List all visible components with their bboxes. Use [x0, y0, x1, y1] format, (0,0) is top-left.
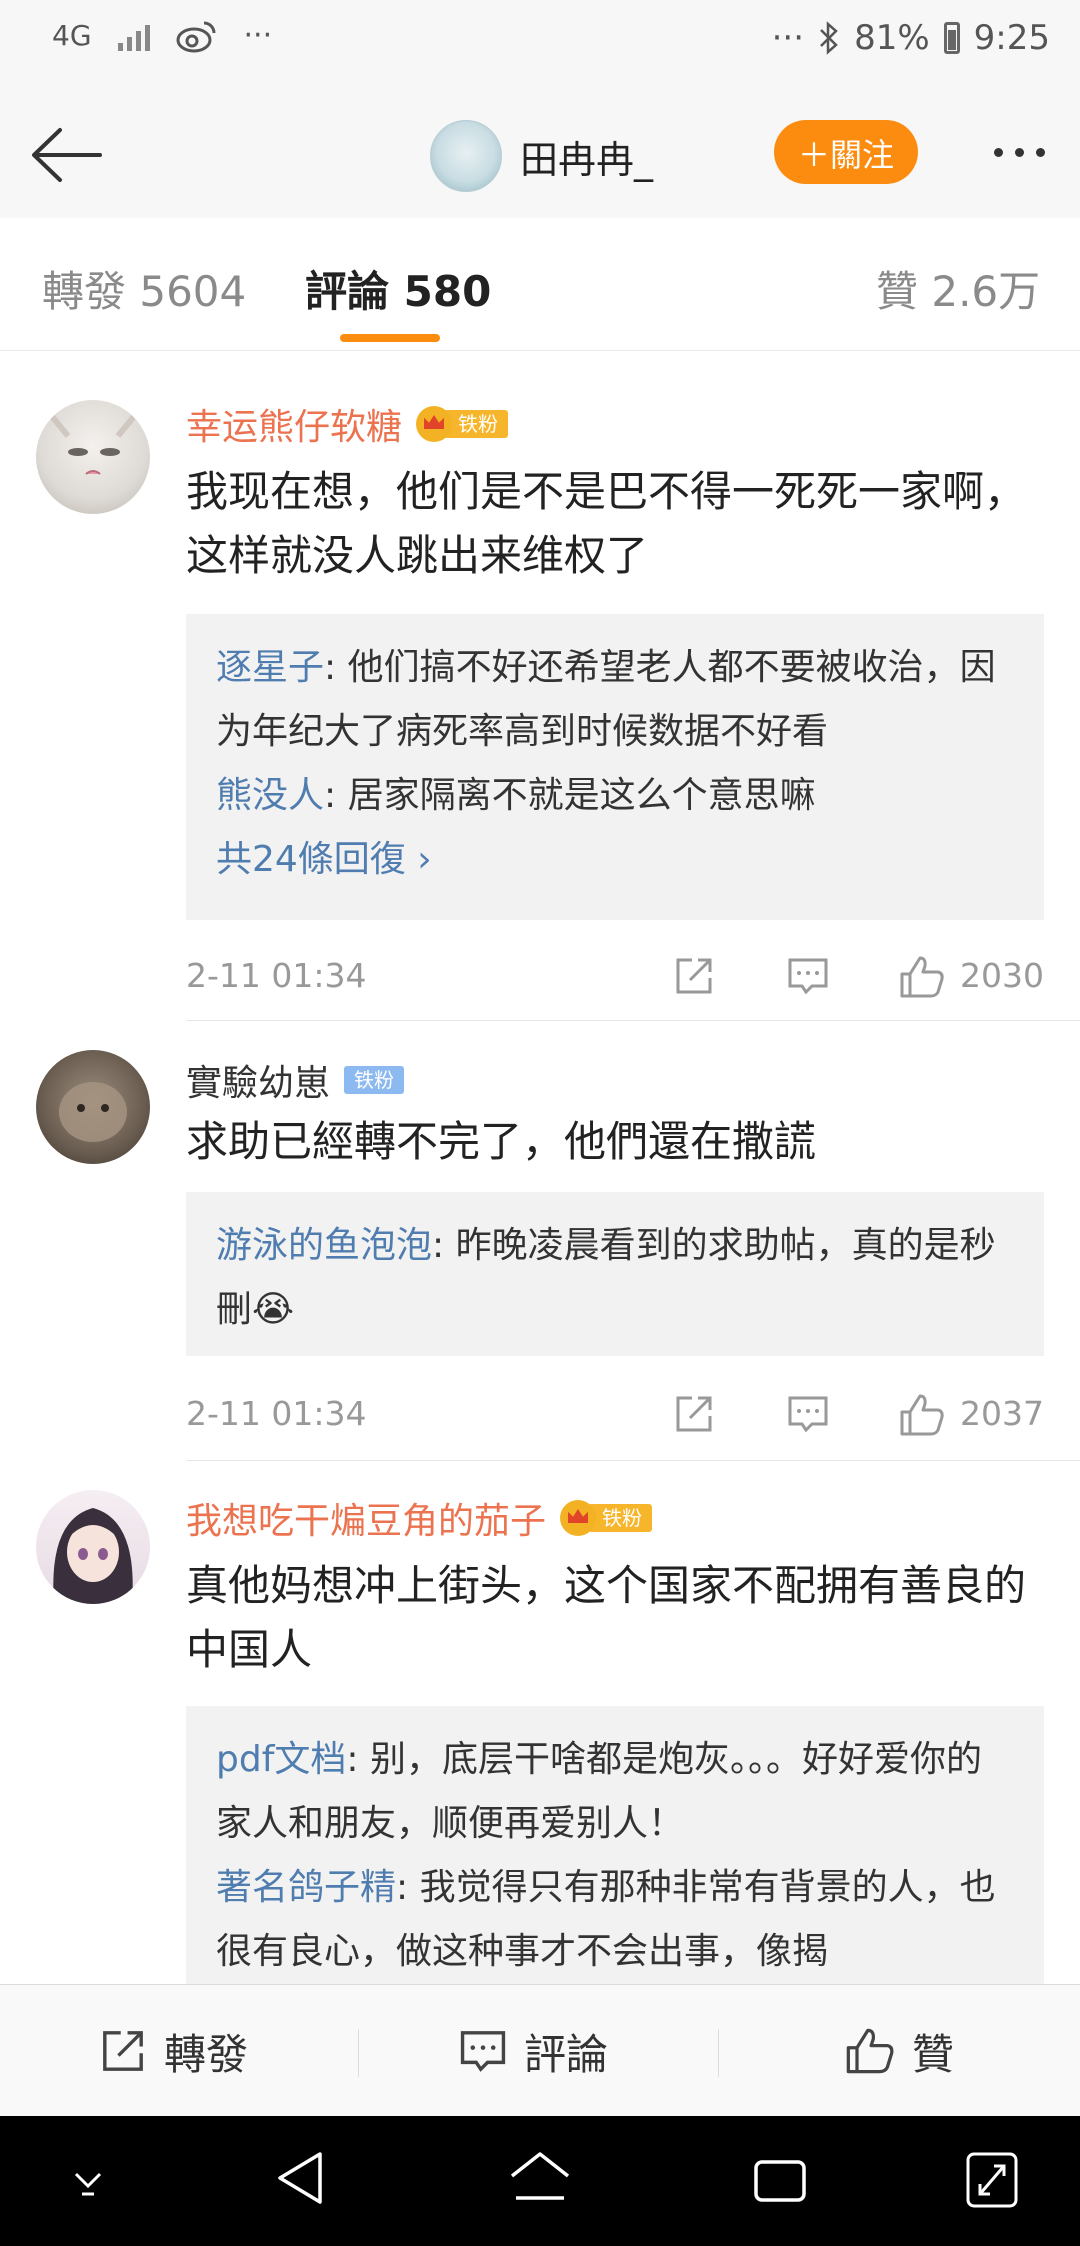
share-icon[interactable] [672, 1392, 716, 1436]
comment-icon[interactable] [786, 1392, 830, 1436]
active-tab-indicator [340, 334, 440, 342]
cat-avatar-image [47, 412, 139, 475]
more-options-button[interactable] [984, 132, 1054, 172]
fan-badge-label: 铁粉 [444, 410, 509, 438]
comment-time: 2-11 01:34 [186, 1394, 367, 1433]
comment-footer: 2-11 01:34 2037 [186, 1384, 1044, 1444]
profile-title[interactable]: 田冉冉_ [430, 120, 653, 192]
reply-text: : 他们搞不好还希望老人都不要被收治，因为年纪大了病死率高到时候数据不好看 [216, 647, 996, 752]
crown-icon [560, 1500, 597, 1536]
tab-comments[interactable]: 評論 580 [305, 258, 491, 319]
comment-text: 我现在想，他们是不是巴不得一死死一家啊，这样就没人跳出来维权了 [186, 467, 1027, 580]
reply-text: : 居家隔离不就是这么个意思嘛 [324, 775, 816, 816]
cat-avatar-image [59, 1082, 127, 1142]
crown-icon [416, 406, 453, 442]
home-nav-icon[interactable] [508, 2146, 572, 2210]
avatar[interactable] [36, 400, 150, 514]
system-navigation-bar [0, 2116, 1080, 2246]
reply-username[interactable]: pdf文档 [216, 1739, 346, 1780]
reply-box[interactable]: pdf文档: 别，底层干啥都是炮灰。。。好好爱你的家人和朋友，顺便再爱别人！ 著… [186, 1706, 1044, 1984]
comment-username[interactable]: 幸运熊仔软糖 [186, 398, 402, 450]
bottom-action-bar: 轉發 評論 贊 [0, 1984, 1080, 2117]
fan-badge: 铁粉 [416, 406, 509, 442]
signal-icon [117, 21, 150, 51]
like-button[interactable]: 贊 [844, 1985, 954, 2117]
like-count: 2030 [960, 956, 1044, 995]
profile-avatar[interactable] [430, 120, 502, 192]
dot-icon [1014, 147, 1024, 157]
tab-repost[interactable]: 轉發 5604 [42, 258, 246, 319]
comment-icon[interactable] [786, 954, 830, 998]
battery-icon [943, 22, 960, 54]
reply-item: 著名鸽子精: 我觉得只有那种非常有背景的人，也很有良心，做这种事才不会出事，像揭 [216, 1856, 1014, 1984]
tab-bar: 轉發 5604 評論 580 贊 2.6万 [0, 218, 1080, 351]
reply-item: 逐星子: 他们搞不好还希望老人都不要被收治，因为年纪大了病死率高到时候数据不好看 [216, 636, 1014, 764]
fan-badge-label: 铁粉 [588, 1504, 653, 1532]
reply-username[interactable]: 熊没人 [216, 775, 324, 816]
share-icon [103, 2031, 143, 2071]
like-icon[interactable] [898, 1392, 946, 1438]
comment-username[interactable]: 我想吃干煸豆角的茄子 [186, 1492, 546, 1544]
recent-apps-icon[interactable] [752, 2152, 808, 2208]
page-title: 田冉冉_ [520, 137, 654, 182]
nav-bar: 田冉冉_ ＋關注 [0, 92, 1080, 219]
view-all-replies-link[interactable]: 共24條回復 › [216, 828, 1014, 892]
hide-keyboard-icon[interactable] [66, 2164, 110, 2200]
rotate-screen-icon[interactable] [964, 2150, 1020, 2210]
share-icon[interactable] [672, 954, 716, 998]
reply-username[interactable]: 逐星子 [216, 647, 324, 688]
comment-button[interactable]: 評論 [458, 1985, 608, 2117]
back-nav-icon[interactable] [274, 2146, 326, 2210]
like-icon [846, 2028, 894, 2074]
follow-button[interactable]: ＋關注 [774, 120, 918, 184]
dot-icon [993, 147, 1003, 157]
reply-username[interactable]: 游泳的鱼泡泡 [216, 1225, 432, 1266]
fan-badge-label: 铁粉 [344, 1066, 405, 1094]
divider [718, 2029, 719, 2077]
reply-box[interactable]: 逐星子: 他们搞不好还希望老人都不要被收治，因为年纪大了病死率高到时候数据不好看… [186, 614, 1044, 920]
like-count: 2037 [960, 1394, 1044, 1433]
comment-text: 真他妈想冲上街头，这个国家不配拥有善良的中国人 [186, 1561, 1027, 1674]
comment-icon [460, 2031, 506, 2072]
like-icon[interactable] [898, 954, 946, 1000]
anime-girl-avatar-image [53, 1508, 133, 1604]
repost-button[interactable]: 轉發 [98, 1985, 248, 2117]
clock: 9:25 [973, 18, 1050, 58]
battery-percent: 81% [854, 18, 930, 58]
bluetooth-icon [820, 21, 838, 55]
like-label: 贊 [912, 2029, 955, 2079]
back-button[interactable] [26, 118, 106, 192]
divider [186, 1460, 1080, 1461]
reply-item: 熊没人: 居家隔离不就是这么个意思嘛 [216, 764, 1014, 828]
comment-time: 2-11 01:34 [186, 956, 367, 995]
reply-item: 游泳的鱼泡泡: 昨晚凌晨看到的求助帖，真的是秒刪😭 [216, 1214, 1014, 1342]
reply-username[interactable]: 著名鸽子精 [216, 1867, 396, 1908]
comment-footer: 2-11 01:34 2030 [186, 946, 1044, 1006]
network-indicator: 4G [52, 19, 92, 52]
reply-box[interactable]: 游泳的鱼泡泡: 昨晚凌晨看到的求助帖，真的是秒刪😭 [186, 1192, 1044, 1356]
fan-badge: 铁粉 [344, 1063, 405, 1097]
fan-badge: 铁粉 [560, 1500, 653, 1536]
more-status-icon: ··· [771, 18, 805, 58]
avatar[interactable] [36, 1490, 150, 1604]
divider [186, 1020, 1080, 1021]
reply-item: pdf文档: 别，底层干啥都是炮灰。。。好好爱你的家人和朋友，顺便再爱别人！ [216, 1728, 1014, 1856]
dot-icon [1035, 147, 1045, 157]
back-arrow-icon [32, 128, 102, 182]
comment-username[interactable]: 實驗幼崽 [186, 1054, 330, 1106]
tab-likes[interactable]: 贊 2.6万 [876, 258, 1040, 319]
avatar[interactable] [36, 1050, 150, 1164]
comment-label: 評論 [524, 2029, 609, 2079]
divider [358, 2029, 359, 2077]
comment-text: 求助已經轉不完了，他們還在撒謊 [186, 1117, 817, 1166]
weibo-icon [176, 21, 216, 52]
more-notifications-icon: ··· [243, 18, 273, 53]
status-bar: 4G ··· ··· 81% 9:25 [0, 0, 1080, 92]
repost-label: 轉發 [164, 2029, 249, 2079]
